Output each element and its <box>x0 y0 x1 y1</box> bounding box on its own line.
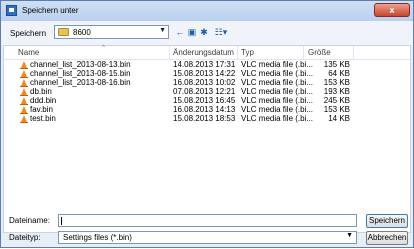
filename-input[interactable] <box>58 214 357 227</box>
file-date: 15.08.2013 18:53 <box>173 114 236 123</box>
column-divider[interactable] <box>303 46 304 59</box>
column-divider[interactable] <box>237 46 238 59</box>
file-row[interactable]: channel_list_2013-08-16.bin 16.08.2013 1… <box>4 78 410 87</box>
file-row[interactable]: db.bin 07.08.2013 12:21 VLC media file (… <box>4 87 410 96</box>
file-row[interactable]: channel_list_2013-08-13.bin 14.08.2013 1… <box>4 60 410 69</box>
filetype-dropdown[interactable]: Settings files (*.bin) ▼ <box>58 231 357 244</box>
file-name: fav.bin <box>30 105 53 114</box>
cancel-button[interactable]: Abbrechen <box>366 231 408 245</box>
file-size: 245 KB <box>323 96 350 105</box>
file-name: channel_list_2013-08-15.bin <box>30 69 131 78</box>
file-size: 153 KB <box>323 105 350 114</box>
file-size: 14 KB <box>328 114 350 123</box>
back-icon[interactable]: ← <box>175 27 185 37</box>
file-type: VLC media file (.bi... <box>241 87 314 96</box>
save-in-label: Speichern <box>10 29 47 38</box>
filename-label: Dateiname: <box>9 216 50 225</box>
file-size: 64 KB <box>328 69 350 78</box>
vlc-cone-icon <box>20 61 28 69</box>
vlc-cone-icon <box>20 97 28 105</box>
file-row[interactable]: channel_list_2013-08-15.bin 15.08.2013 1… <box>4 69 410 78</box>
filetype-label: Dateityp: <box>9 233 41 242</box>
save-button[interactable]: Speichern <box>366 214 408 228</box>
new-folder-icon[interactable]: ✱ <box>199 27 209 37</box>
file-name: channel_list_2013-08-16.bin <box>30 78 131 87</box>
column-name[interactable]: Name <box>18 48 39 57</box>
file-date: 16.08.2013 10:02 <box>173 78 236 87</box>
file-date: 15.08.2013 16:45 <box>173 96 236 105</box>
filetype-value: Settings files (*.bin) <box>63 233 132 242</box>
file-size: 153 KB <box>323 78 350 87</box>
column-date[interactable]: Änderungsdatum <box>173 48 234 57</box>
file-name: db.bin <box>30 87 52 96</box>
sort-ascending-icon: ^ <box>102 45 105 51</box>
location-value: 8600 <box>73 28 91 37</box>
file-name: channel_list_2013-08-13.bin <box>30 60 131 69</box>
column-divider[interactable] <box>353 46 354 59</box>
folder-icon <box>58 28 69 36</box>
text-cursor <box>61 217 62 225</box>
vlc-cone-icon <box>20 115 28 123</box>
file-list-header: Name ^ Änderungsdatum Typ Größe <box>4 45 410 60</box>
file-row[interactable]: test.bin 15.08.2013 18:53 VLC media file… <box>4 114 410 123</box>
file-name: test.bin <box>30 114 56 123</box>
file-size: 135 KB <box>323 60 350 69</box>
location-dropdown[interactable]: 8600 ▼ <box>54 25 169 39</box>
up-folder-icon[interactable]: ▣ <box>187 27 197 37</box>
chevron-down-icon: ▼ <box>346 232 353 239</box>
vlc-cone-icon <box>20 106 28 114</box>
column-size[interactable]: Größe <box>308 48 331 57</box>
file-row[interactable]: fav.bin 16.08.2013 14:13 VLC media file … <box>4 105 410 114</box>
file-date: 15.08.2013 14:22 <box>173 69 236 78</box>
vlc-cone-icon <box>20 70 28 78</box>
window-title: Speichern unter <box>22 6 79 15</box>
file-type: VLC media file (.bi... <box>241 69 314 78</box>
file-date: 14.08.2013 17:31 <box>173 60 236 69</box>
app-icon <box>6 5 17 16</box>
file-type: VLC media file (.bi... <box>241 105 314 114</box>
file-row[interactable]: ddd.bin 15.08.2013 16:45 VLC media file … <box>4 96 410 105</box>
file-type: VLC media file (.bi... <box>241 114 314 123</box>
file-type: VLC media file (.bi... <box>241 78 314 87</box>
close-button[interactable]: x <box>374 3 410 17</box>
file-name: ddd.bin <box>30 96 57 105</box>
file-size: 193 KB <box>323 87 350 96</box>
chevron-down-icon: ▼ <box>159 27 166 34</box>
file-type: VLC media file (.bi... <box>241 96 314 105</box>
location-toolbar: Speichern 8600 ▼ ← ▣ ✱ ☷▾ <box>1 21 413 45</box>
file-date: 07.08.2013 12:21 <box>173 87 236 96</box>
column-divider[interactable] <box>169 46 170 59</box>
vlc-cone-icon <box>20 79 28 87</box>
view-menu-icon[interactable]: ☷▾ <box>212 27 230 37</box>
file-type: VLC media file (.bi... <box>241 60 314 69</box>
file-date: 16.08.2013 14:13 <box>173 105 236 114</box>
column-type[interactable]: Typ <box>241 48 254 57</box>
save-as-dialog: Speichern unter x Speichern 8600 ▼ ← ▣ ✱… <box>0 0 414 248</box>
vlc-cone-icon <box>20 88 28 96</box>
file-list[interactable]: Name ^ Änderungsdatum Typ Größe channel_… <box>3 45 411 233</box>
dialog-footer: Dateiname: Dateityp: Settings files (*.b… <box>1 214 413 249</box>
title-bar: Speichern unter x <box>1 1 413 21</box>
